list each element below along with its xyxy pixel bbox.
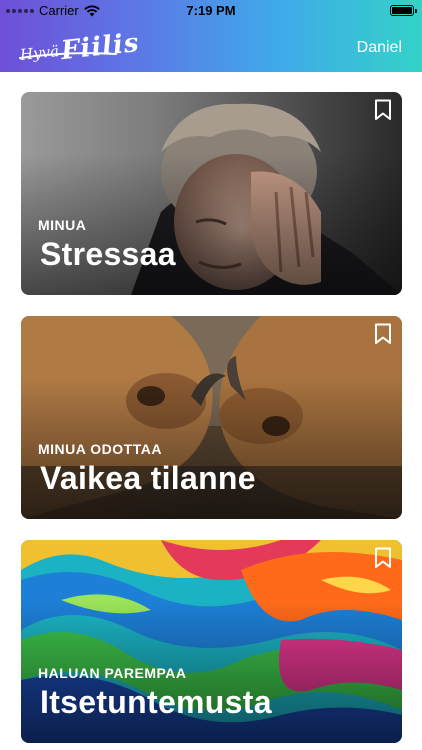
card-kicker: HALUAN PAREMPAA [38, 665, 187, 681]
topic-card-self-knowledge[interactable]: HALUAN PAREMPAA Itsetuntemusta [21, 540, 402, 743]
bookmark-icon[interactable] [374, 323, 392, 345]
battery-icon [390, 5, 417, 16]
status-bar: Carrier 7:19 PM [0, 0, 422, 22]
card-kicker: MINUA ODOTTAA [38, 441, 162, 457]
logo-swoosh-icon [19, 52, 117, 59]
logo-word-2: Fiilis [59, 27, 141, 67]
app-header: Carrier 7:19 PM Hyvä Fiilis Daniel [0, 0, 422, 72]
card-title: Stressaa [40, 236, 176, 272]
user-name-button[interactable]: Daniel [357, 39, 402, 57]
card-title: Vaikea tilanne [40, 460, 256, 496]
bookmark-icon[interactable] [374, 547, 392, 569]
topic-card-stress[interactable]: MINUA Stressaa [21, 92, 402, 295]
topic-card-difficult-situation[interactable]: MINUA ODOTTAA Vaikea tilanne [21, 316, 402, 519]
card-kicker: MINUA [38, 217, 87, 233]
status-time: 7:19 PM [186, 3, 236, 18]
card-title: Itsetuntemusta [40, 684, 272, 720]
bookmark-icon[interactable] [374, 99, 392, 121]
